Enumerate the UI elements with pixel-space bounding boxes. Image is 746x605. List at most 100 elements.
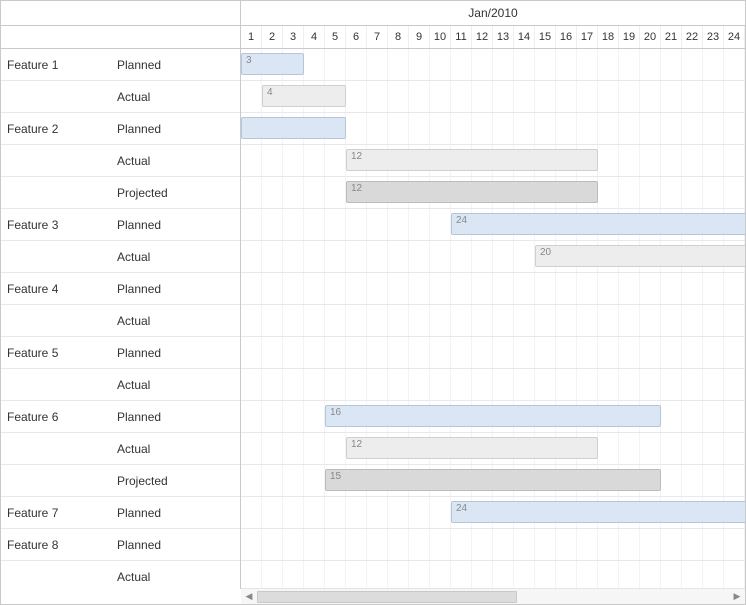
- day-header-9: 9: [409, 26, 430, 48]
- day-header-11: 11: [451, 26, 472, 48]
- table-row: Feature 5Planned: [1, 337, 240, 369]
- gantt-bar-projected[interactable]: 12: [346, 181, 598, 203]
- header-row-month: Jan/2010: [1, 1, 745, 26]
- bar-label: 4: [267, 87, 273, 98]
- table-row: Actual: [1, 561, 240, 589]
- left-panel: Feature 1PlannedActualFeature 2PlannedAc…: [1, 49, 241, 589]
- bar-label: 20: [540, 247, 551, 258]
- scrollbar-track[interactable]: [257, 591, 729, 603]
- day-header-24: 24: [724, 26, 745, 48]
- chart-row: 15: [241, 465, 745, 497]
- type-label: Actual: [115, 570, 235, 584]
- bar-label: 24: [456, 503, 467, 514]
- type-label: Planned: [115, 58, 235, 72]
- type-label: Planned: [115, 410, 235, 424]
- chart-row: [241, 561, 745, 589]
- day-header-8: 8: [388, 26, 409, 48]
- type-label: Planned: [115, 218, 235, 232]
- right-panel: 3 4 12 12 24 20 16 12 15 24: [241, 49, 745, 589]
- scroll-right-icon[interactable]: ▶: [729, 589, 745, 605]
- day-header-20: 20: [640, 26, 661, 48]
- table-row: Actual: [1, 369, 240, 401]
- bar-label: 24: [456, 215, 467, 226]
- gantt-bar-projected[interactable]: 15: [325, 469, 661, 491]
- scroll-left-icon[interactable]: ◀: [241, 589, 257, 605]
- header-left-blank2: [1, 26, 241, 48]
- bar-label: 12: [351, 183, 362, 194]
- table-row: Actual: [1, 305, 240, 337]
- feature-label: Feature 4: [5, 282, 115, 296]
- days-header: 123456789101112131415161718192021222324: [241, 26, 745, 48]
- type-label: Actual: [115, 90, 235, 104]
- chart-row: 12: [241, 433, 745, 465]
- gantt-bar-planned[interactable]: 16: [325, 405, 661, 427]
- chart-row: 12: [241, 177, 745, 209]
- feature-label: Feature 5: [5, 346, 115, 360]
- bar-label: 12: [351, 151, 362, 162]
- chart-row: [241, 113, 745, 145]
- chart-row: 12: [241, 145, 745, 177]
- gantt-bar-actual[interactable]: 20: [535, 245, 745, 267]
- chart-row: [241, 369, 745, 401]
- table-row: Actual: [1, 145, 240, 177]
- table-row: Feature 2Planned: [1, 113, 240, 145]
- gantt-bar-actual[interactable]: 12: [346, 437, 598, 459]
- chart-row: [241, 337, 745, 369]
- table-row: Feature 7Planned: [1, 497, 240, 529]
- feature-label: Feature 3: [5, 218, 115, 232]
- gantt-bar-planned[interactable]: 3: [241, 53, 304, 75]
- day-header-21: 21: [661, 26, 682, 48]
- month-label: Jan/2010: [241, 1, 745, 25]
- chart-row: 20: [241, 241, 745, 273]
- chart-row: [241, 273, 745, 305]
- table-row: Feature 8Planned: [1, 529, 240, 561]
- day-header-16: 16: [556, 26, 577, 48]
- table-row: Actual: [1, 241, 240, 273]
- feature-label: Feature 1: [5, 58, 115, 72]
- chart-row: 24: [241, 209, 745, 241]
- type-label: Actual: [115, 250, 235, 264]
- chart-row: 24: [241, 497, 745, 529]
- type-label: Actual: [115, 378, 235, 392]
- day-header-2: 2: [262, 26, 283, 48]
- type-label: Planned: [115, 122, 235, 136]
- header-row-days: 123456789101112131415161718192021222324: [1, 26, 745, 49]
- table-row: Actual: [1, 433, 240, 465]
- table-row: Projected: [1, 177, 240, 209]
- gantt-body: Feature 1PlannedActualFeature 2PlannedAc…: [1, 49, 745, 589]
- gantt-bar-planned[interactable]: 24: [451, 213, 745, 235]
- bar-label: 15: [330, 471, 341, 482]
- type-label: Actual: [115, 314, 235, 328]
- type-label: Projected: [115, 474, 235, 488]
- scrollbar-thumb[interactable]: [257, 591, 517, 603]
- table-row: Feature 4Planned: [1, 273, 240, 305]
- feature-label: Feature 6: [5, 410, 115, 424]
- bar-label: 16: [330, 407, 341, 418]
- gantt-bar-planned[interactable]: 24: [451, 501, 745, 523]
- day-header-4: 4: [304, 26, 325, 48]
- horizontal-scrollbar[interactable]: ◀ ▶: [241, 588, 745, 604]
- chart-row: 3: [241, 49, 745, 81]
- day-header-19: 19: [619, 26, 640, 48]
- day-header-18: 18: [598, 26, 619, 48]
- day-header-6: 6: [346, 26, 367, 48]
- day-header-15: 15: [535, 26, 556, 48]
- feature-label: Feature 7: [5, 506, 115, 520]
- day-header-13: 13: [493, 26, 514, 48]
- chart-rows: 3 4 12 12 24 20 16 12 15 24: [241, 49, 745, 589]
- day-header-12: 12: [472, 26, 493, 48]
- day-header-1: 1: [241, 26, 262, 48]
- gantt-bar-planned[interactable]: [241, 117, 346, 139]
- day-header-5: 5: [325, 26, 346, 48]
- gantt-bar-actual[interactable]: 12: [346, 149, 598, 171]
- chart-row: [241, 529, 745, 561]
- day-header-23: 23: [703, 26, 724, 48]
- type-label: Actual: [115, 154, 235, 168]
- table-row: Actual: [1, 81, 240, 113]
- gantt-bar-actual[interactable]: 4: [262, 85, 346, 107]
- feature-label: Feature 2: [5, 122, 115, 136]
- type-label: Planned: [115, 538, 235, 552]
- feature-label: Feature 8: [5, 538, 115, 552]
- type-label: Planned: [115, 346, 235, 360]
- day-header-3: 3: [283, 26, 304, 48]
